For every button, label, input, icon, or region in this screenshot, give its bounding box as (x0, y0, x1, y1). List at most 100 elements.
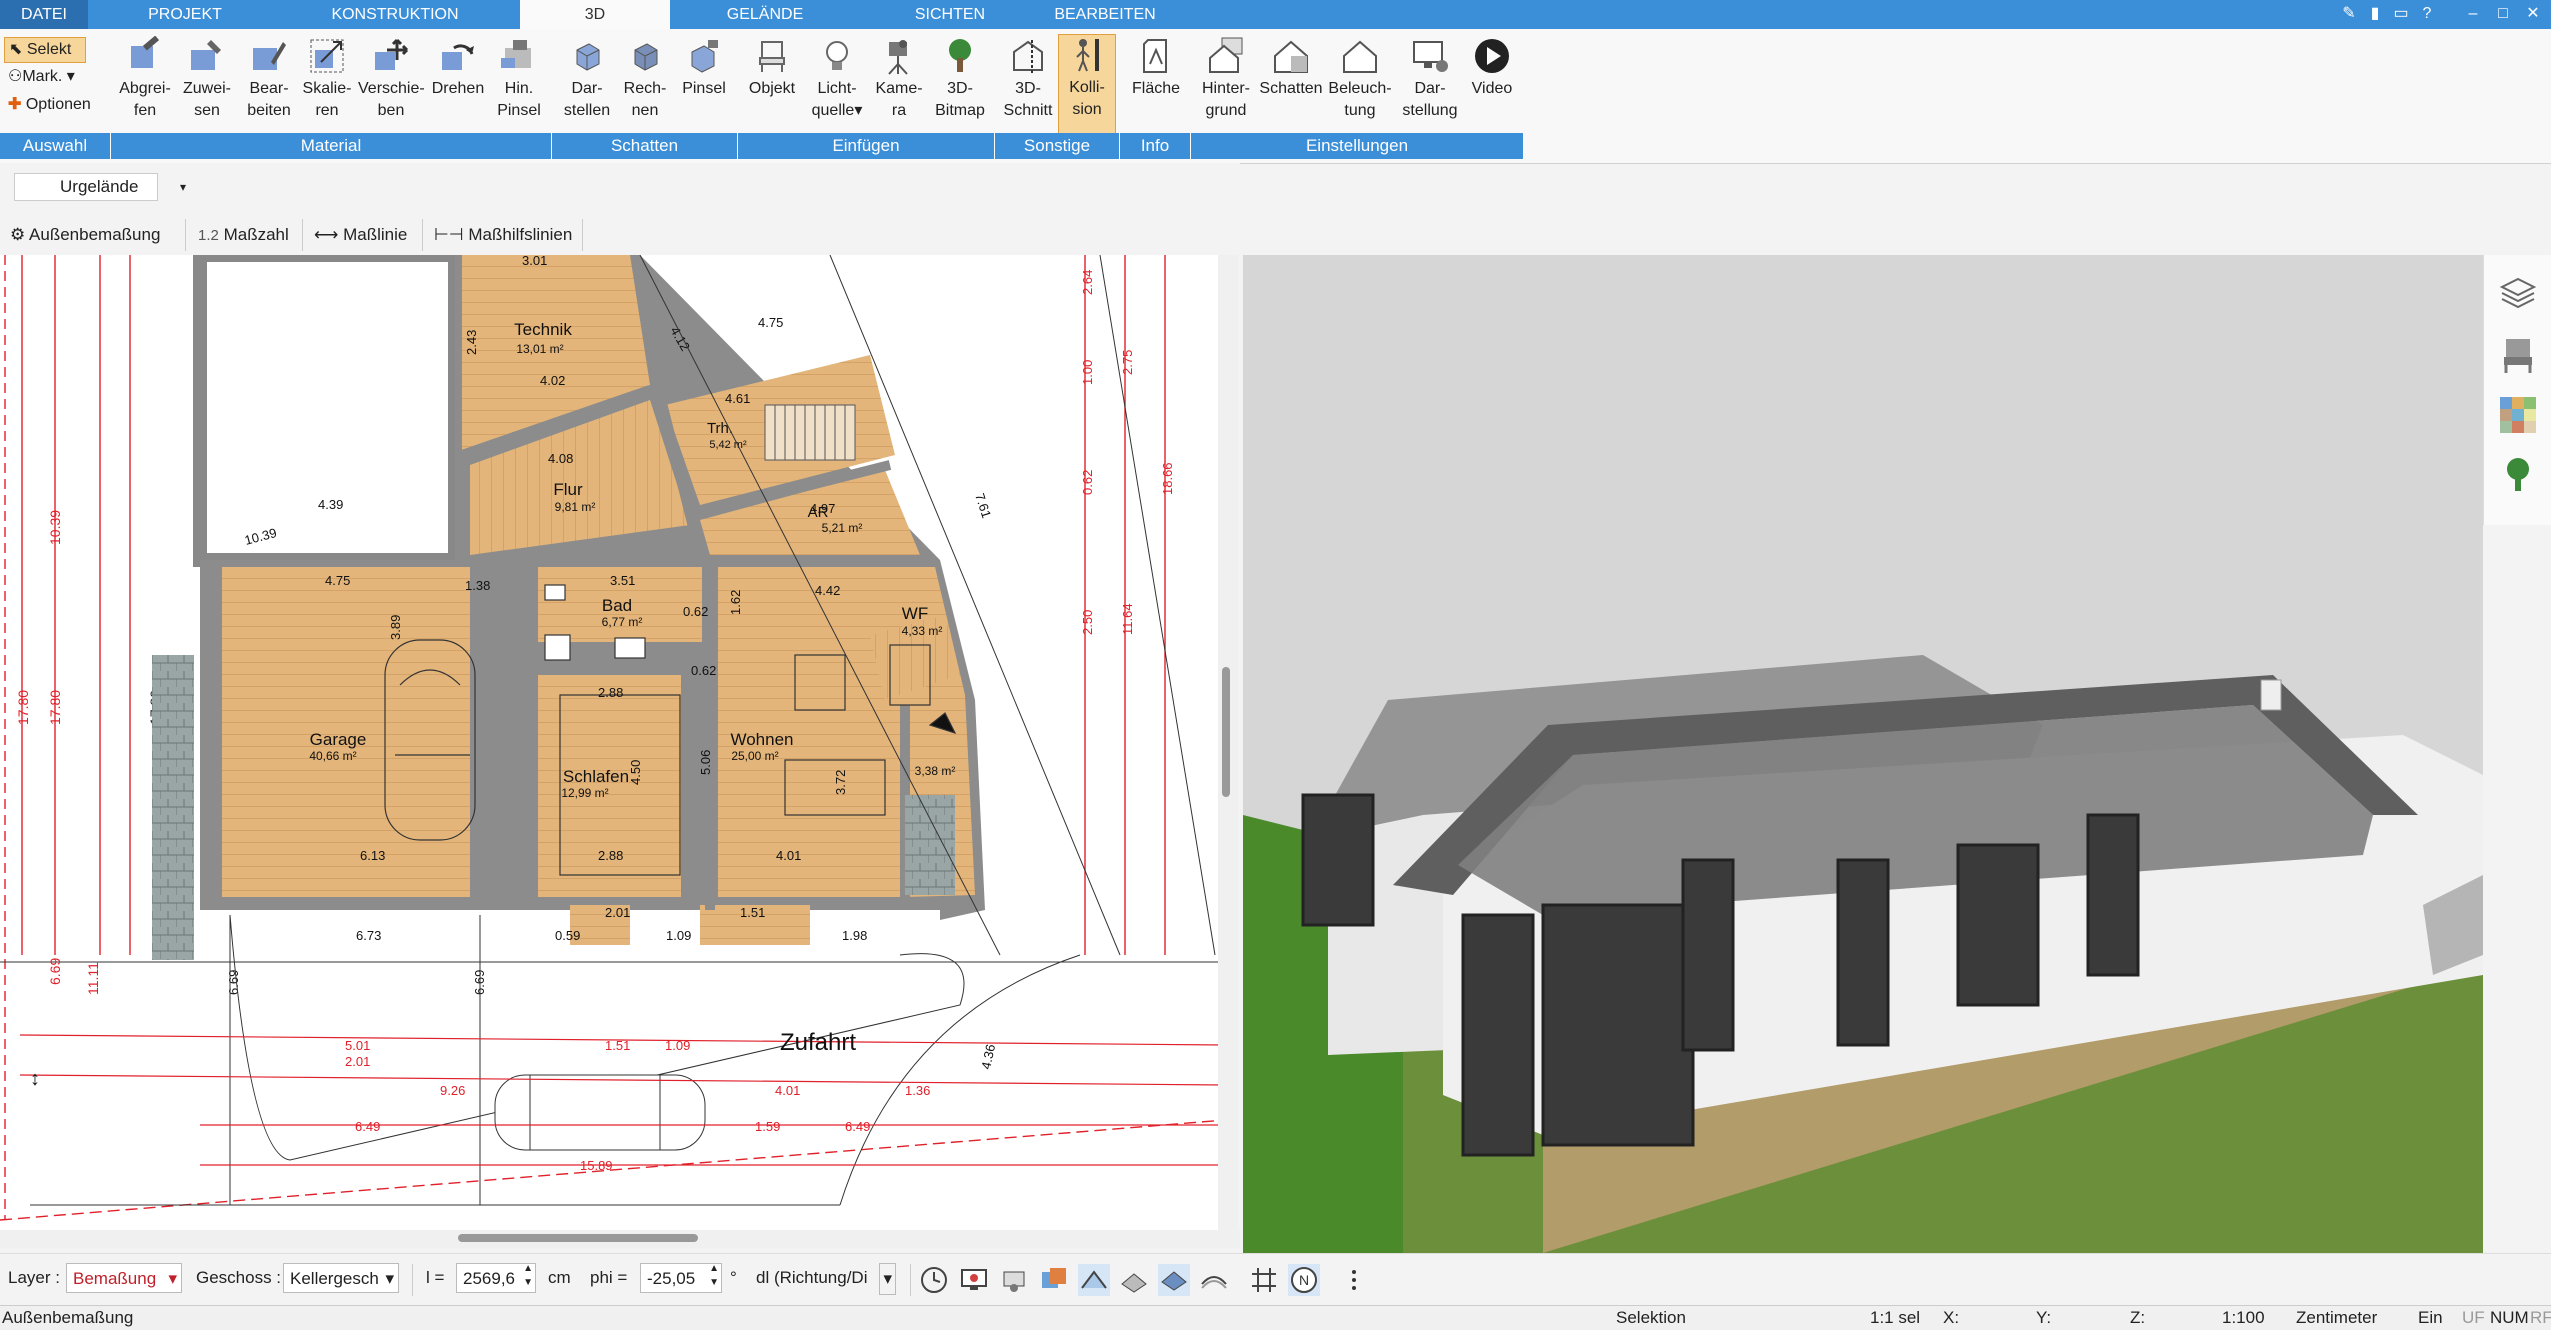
svg-text:6.69: 6.69 (47, 958, 63, 985)
north-icon[interactable]: N (1288, 1264, 1320, 1296)
abgreifen-button[interactable]: Abgrei-fen (115, 36, 175, 122)
einstellung-schatten-button[interactable]: Schatten (1258, 36, 1324, 100)
masshilfslinien-button[interactable]: ⊢⊣ Maßhilfslinien (434, 221, 572, 249)
maximize-button[interactable]: □ (2490, 2, 2516, 26)
cube-brush-icon (691, 40, 718, 73)
dimension-toolbar: ⚙ Außenbemaßung 1.2 Maßzahl ⟷ Maßlinie ⊢… (0, 213, 1240, 255)
floor-plan-view[interactable]: 17.80 10.39 17.80 6.69 11.11 17.80 (0, 255, 1225, 1230)
more-options-icon[interactable] (1338, 1264, 1370, 1296)
tab-bearbeiten[interactable]: BEARBEITEN (1040, 0, 1170, 29)
tab-datei[interactable]: DATEI (0, 0, 88, 29)
tab-projekt[interactable]: PROJEKT (110, 0, 260, 29)
schatten-pinsel-button[interactable]: Pinsel (676, 36, 732, 100)
l-input[interactable]: 2569,6 ▲ ▼ (456, 1263, 536, 1293)
chevron-down-icon: ▾ (385, 1269, 394, 1288)
plan-horizontal-scrollbar[interactable] (0, 1230, 1240, 1248)
roof-view-icon[interactable] (1078, 1264, 1110, 1296)
label: ra (891, 102, 907, 119)
svg-text:3.89: 3.89 (388, 615, 403, 640)
close-button[interactable]: ✕ (2520, 2, 2546, 26)
floor-view-icon[interactable] (1158, 1264, 1190, 1296)
monitor-icon[interactable] (958, 1264, 990, 1296)
tab-konstruktion[interactable]: KONSTRUKTION (300, 0, 490, 29)
layer-select[interactable]: Bemaßung ▾ (66, 1263, 182, 1293)
label: Rech- (623, 80, 667, 97)
terrain-view-icon[interactable] (1198, 1264, 1230, 1296)
tab-sichten[interactable]: SICHTEN (880, 0, 1020, 29)
chevron-down-icon: ▾ (168, 1269, 177, 1288)
label: Maßhilfslinien (468, 225, 573, 244)
help-icon[interactable]: ? (2414, 2, 2440, 26)
materials-icon[interactable] (2498, 395, 2538, 435)
minimize-button[interactable]: – (2460, 2, 2486, 26)
drehen-button[interactable]: Drehen (428, 36, 488, 100)
geschoss-select[interactable]: Kellergesch ▾ (283, 1263, 399, 1293)
zuweisen-button[interactable]: Zuwei-sen (178, 36, 236, 122)
beleuchtung-button[interactable]: Beleuch-tung (1326, 36, 1394, 122)
optionen-button[interactable]: ✚ Optionen (4, 93, 91, 117)
bearbeiten-button[interactable]: Bear-beiten (240, 36, 298, 122)
render-settings-icon[interactable] (998, 1264, 1030, 1296)
objekt-button[interactable]: Objekt (744, 36, 800, 100)
clock-icon[interactable] (918, 1264, 950, 1296)
phi-input[interactable]: -25,05 ▲ ▼ (640, 1263, 722, 1293)
label: Pinsel (497, 102, 541, 119)
spinner-icon[interactable]: ▲ ▼ (523, 1262, 533, 1290)
aussenbemassung-button[interactable]: ⚙ Außenbemaßung (10, 221, 160, 249)
material-view-icon[interactable] (1038, 1264, 1070, 1296)
masslinie-button[interactable]: ⟷ Maßlinie (314, 221, 407, 249)
label: tung (1344, 102, 1376, 119)
selekt-button[interactable]: ⬉ Selekt (4, 37, 86, 63)
scroll-thumb[interactable] (458, 1234, 698, 1242)
label: Beleuch- (1328, 80, 1392, 97)
label: Außenbemaßung (29, 225, 161, 244)
chair-icon[interactable] (2498, 335, 2538, 375)
video-button[interactable]: Video (1466, 36, 1518, 100)
svg-text:1.00: 1.00 (1080, 360, 1095, 385)
layer-value: Bemaßung (73, 1269, 157, 1288)
skalieren-button[interactable]: Skalie-ren (298, 36, 356, 122)
scroll-thumb[interactable] (1222, 667, 1230, 797)
darstellung-button[interactable]: Dar-stellung (1396, 36, 1464, 122)
l-label: l = (426, 1268, 445, 1287)
lichtquelle-button[interactable]: Licht-quelle▾ (806, 36, 868, 122)
svg-text:6.69: 6.69 (226, 970, 241, 995)
3d-schnitt-button[interactable]: 3D- Schnitt (1000, 36, 1056, 122)
layers-icon[interactable] (2498, 275, 2538, 315)
svg-text:40,66 m²: 40,66 m² (309, 749, 356, 763)
kamera-button[interactable]: Kame-ra (870, 36, 928, 122)
inner-stairs (764, 404, 856, 461)
label: Dar- (571, 80, 603, 97)
grid-icon[interactable] (1248, 1264, 1280, 1296)
verschieben-button[interactable]: Verschie-ben (358, 36, 425, 122)
schatten-darstellen-button[interactable]: Dar-stellen (558, 36, 616, 122)
dropdown-arrow-icon: ▾ (854, 102, 863, 119)
wall-view-icon[interactable] (1118, 1264, 1150, 1296)
tools-icon[interactable]: ✎ (2336, 2, 2362, 26)
scale-icon (310, 39, 344, 73)
3d-view[interactable] (1243, 255, 2483, 1253)
flaeche-button[interactable]: Fläche (1126, 36, 1186, 100)
masszahl-button[interactable]: 1.2 Maßzahl (198, 221, 289, 249)
tab-3d[interactable]: 3D (520, 0, 670, 29)
chevron-down-icon[interactable]: ▾ (180, 173, 186, 201)
3d-bitmap-button[interactable]: 3D- Bitmap (930, 36, 990, 122)
separator (910, 1264, 911, 1296)
hintergrund-button[interactable]: Hinter-grund (1196, 36, 1256, 122)
geschoss-label: Geschoss : (196, 1268, 282, 1287)
tree-icon[interactable] (2498, 455, 2538, 495)
dl-select[interactable]: dl (Richtung/Di ▾ (750, 1263, 900, 1295)
spinner-icon[interactable]: ▲ ▼ (709, 1262, 719, 1290)
pipette-icon (131, 36, 160, 68)
tab-gelaende[interactable]: GELÄNDE (690, 0, 840, 29)
folder-icon[interactable]: ▭ (2388, 2, 2414, 26)
plan-vertical-scrollbar[interactable] (1218, 255, 1238, 1230)
label: Hin. (504, 80, 534, 97)
mark-button[interactable]: ⚇Mark. ▾ (4, 65, 75, 89)
schatten-rechnen-button[interactable]: Rech-nen (616, 36, 674, 122)
flag-icon[interactable]: ▮ (2362, 2, 2388, 26)
hin-pinsel-button[interactable]: Hin. Pinsel (490, 36, 548, 122)
play-icon (1475, 39, 1509, 73)
house-shadow-icon (1274, 40, 1308, 73)
kollision-button[interactable]: Kolli-sion (1058, 34, 1116, 136)
